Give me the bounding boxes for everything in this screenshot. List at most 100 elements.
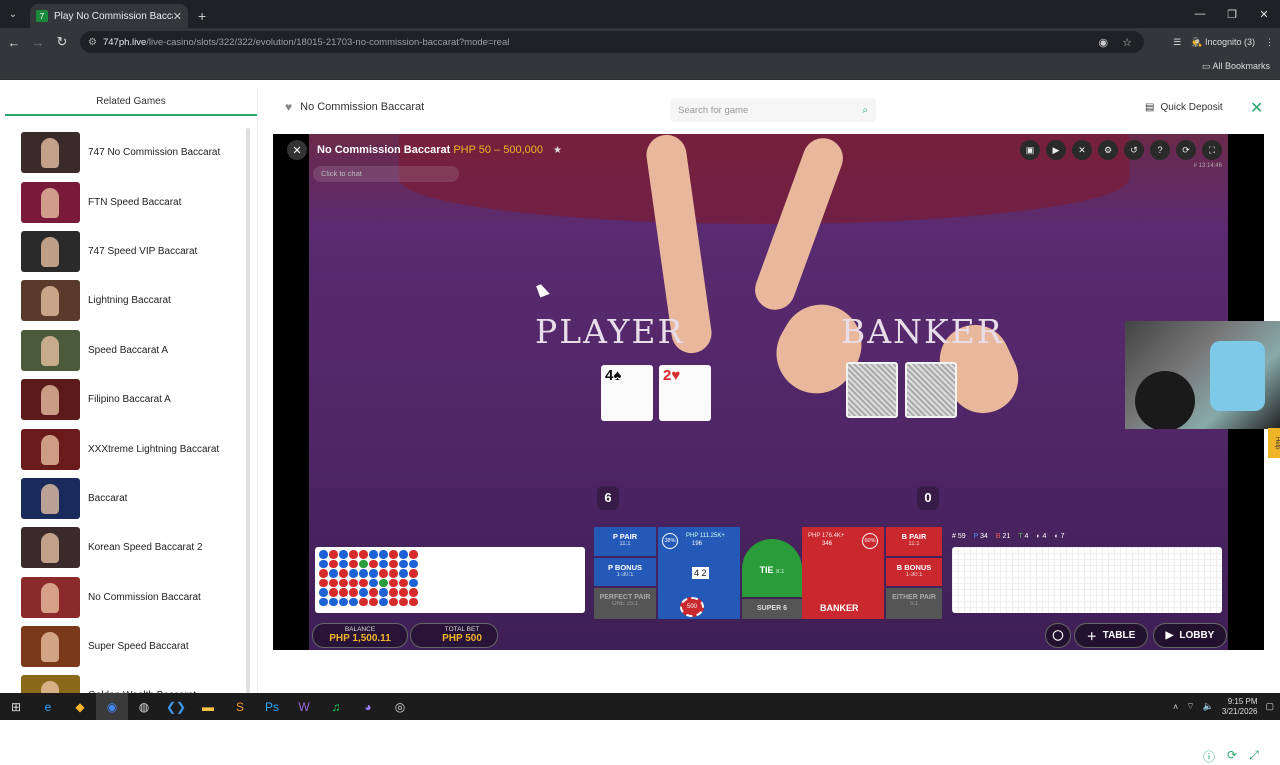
stats-tie: T 4 [1018,533,1029,540]
mute-icon[interactable]: ✕ [1072,140,1092,160]
eye-off-icon[interactable]: ◉ [1099,36,1109,49]
forward-icon[interactable]: → [26,35,50,50]
edge-icon[interactable]: e [32,693,64,720]
restore-icon[interactable]: ❐ [1216,0,1248,28]
menu-icon[interactable]: ⋮ [1265,37,1274,48]
settings-icon[interactable]: ⚙ [1098,140,1118,160]
reload-icon[interactable]: ↻ [50,34,74,50]
bead-dot [339,578,348,587]
tab-search-icon[interactable]: ⌄ [0,0,26,28]
list-item[interactable]: FTN Speed Baccarat [21,177,251,226]
discord-icon[interactable]: ◕ [352,693,384,720]
player-bet[interactable]: 38% PHP 111.25K+ 196 4 2 500 [658,527,740,619]
player-total: PHP 111.25K+ [686,533,725,539]
list-item[interactable]: No Commission Baccarat [21,573,251,622]
table-button[interactable]: ＋ TABLE [1074,623,1148,648]
bead-dot [369,559,378,568]
sublime-icon[interactable]: S [224,693,256,720]
favorite-heart-icon[interactable]: ♥ [285,100,292,114]
list-item[interactable]: Lightning Baccarat [21,276,251,325]
folder-icon[interactable]: ▬ [192,693,224,720]
help-icon[interactable]: ? [1150,140,1170,160]
list-item[interactable]: Filipino Baccarat A [21,375,251,424]
game-thumbnail [21,132,80,174]
minimize-icon[interactable]: — [1184,0,1216,28]
vscode-icon[interactable]: ❮❯ [160,693,192,720]
video-icon[interactable]: ▶ [1046,140,1066,160]
list-item[interactable]: Super Speed Baccarat [21,622,251,671]
tray-chevron-icon[interactable]: ˄ [1173,702,1178,712]
wifi-icon[interactable]: ⌔ [1186,701,1194,712]
start-icon[interactable]: ⊞ [0,693,32,720]
app-w-icon[interactable]: W [288,693,320,720]
perfect-pair-bet[interactable]: PERFECT PAIR ONE 25:1 [594,588,656,619]
incognito-profile[interactable]: 🕵 Incognito (3) [1191,37,1255,48]
list-item[interactable]: Baccarat [21,474,251,523]
volume-icon[interactable]: 🔈 [1203,701,1214,712]
chip-stack-icon[interactable]: ◯ [1045,623,1071,648]
app-icon[interactable]: ◍ [128,693,160,720]
game-title: No Commission Baccarat PHP 50 – 500,000 [317,144,544,156]
chrome-icon[interactable]: ◉ [96,693,128,720]
close-window-icon[interactable]: ✕ [1248,0,1280,28]
stats-player: P 34 [973,533,988,540]
all-bookmarks[interactable]: ▭ All Bookmarks [1202,61,1270,72]
bead-dot [369,578,378,587]
bead-dot [349,569,358,578]
help-tab[interactable]: Help [1268,428,1280,458]
b-pair-bet[interactable]: B PAIR 11:1 [886,527,942,556]
search-placeholder: Search for game [678,104,749,116]
address-bar[interactable]: ⚙ 747ph.live/live-casino/slots/322/322/e… [80,31,1144,53]
refresh-game-icon[interactable]: ⟳ [1227,748,1237,765]
live-game-frame[interactable]: PLAYER BANKER 4♠ 2♥ 6 0 ✕ No Commission … [273,132,1264,650]
lobby-button[interactable]: ▶ LOBBY [1153,623,1227,648]
spotify-icon[interactable]: ♫ [320,693,352,720]
list-item[interactable]: Speed Baccarat A [21,326,251,375]
search-icon[interactable]: ⌕ [862,105,868,116]
expand-icon[interactable]: ⤢ [1249,748,1259,765]
game-name: Baccarat [88,492,128,504]
browser-tab[interactable]: 7 Play No Commission Baccarat S ✕ [30,4,188,28]
b-bonus-bet[interactable]: B BONUS 1-30:1 [886,558,942,586]
exit-game-icon[interactable]: ✕ [287,140,307,160]
p-bonus-bet[interactable]: P BONUS 1-30:1 [594,558,656,586]
history-icon[interactable]: ↺ [1124,140,1144,160]
super-6-bet[interactable]: SUPER 6 [742,599,802,619]
sidebar-scrollbar[interactable] [246,128,250,693]
clock[interactable]: 9:15 PM 3/21/2026 [1222,697,1258,717]
banker-bet[interactable]: PHP 176.4K+ 346 60% BANKER [802,527,884,619]
close-game-icon[interactable]: ✕ [1250,98,1263,118]
photoshop-icon[interactable]: Ps [256,693,288,720]
stats-bpair: ◐ 7 [1054,533,1065,540]
chat-icon[interactable]: ▣ [1020,140,1040,160]
list-item[interactable]: Korean Speed Baccarat 2 [21,523,251,572]
either-pair-bet[interactable]: EITHER PAIR 5:1 [886,588,942,619]
game-thumbnail [21,329,80,371]
list-item[interactable]: XXXtreme Lightning Baccarat [21,424,251,473]
fullscreen-icon[interactable]: ⛶ [1202,140,1222,160]
search-input[interactable]: Search for game ⌕ [670,98,876,122]
quick-deposit-button[interactable]: ▤ Quick Deposit [1145,102,1223,113]
tie-bet[interactable]: TIE 8:1 [742,539,802,597]
list-item[interactable]: 747 No Commission Baccarat [21,128,251,177]
chat-input[interactable]: Click to chat [313,166,459,182]
back-icon[interactable]: ← [2,35,26,50]
banker-score: 0 [917,486,939,510]
site-info-icon[interactable]: ⚙ [88,37,97,48]
notification-icon[interactable]: ▢ [1265,701,1274,712]
close-tab-icon[interactable]: ✕ [173,10,182,23]
reading-list-icon[interactable]: ☰ [1173,37,1181,48]
obs-icon[interactable]: ◎ [384,693,416,720]
game-thumbnail [21,379,80,421]
info-icon[interactable]: ⓘ [1203,748,1215,765]
p-pair-bet[interactable]: P PAIR 11:1 [594,527,656,556]
list-item[interactable]: 747 Speed VIP Baccarat [21,227,251,276]
bead-dot [359,588,368,597]
refresh-icon[interactable]: ⟳ [1176,140,1196,160]
bookmark-star-icon[interactable]: ☆ [1122,36,1132,49]
copilot-icon[interactable]: ◆ [64,693,96,720]
favorite-star-icon[interactable]: ★ [553,145,562,156]
new-tab-icon[interactable]: + [198,4,206,28]
game-name: FTN Speed Baccarat [88,196,182,208]
bead-dot [369,597,378,606]
